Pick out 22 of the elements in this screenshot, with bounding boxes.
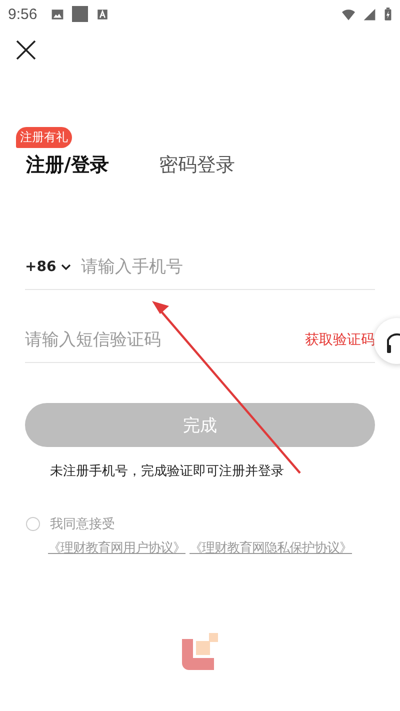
signal-icon (363, 8, 376, 20)
agree-checkbox[interactable] (26, 517, 40, 531)
agree-label: 我同意接受 (50, 516, 115, 533)
logo-icon (180, 631, 220, 671)
code-field[interactable]: 请输入短信验证码 获取验证码 (25, 318, 375, 363)
get-code-link[interactable]: 获取验证码 (305, 331, 375, 349)
agreement-link[interactable]: 《理财教育网用户协议》 (48, 539, 186, 557)
phone-field[interactable]: +86 请输入手机号 (25, 245, 375, 290)
login-tab[interactable]: 密码登录 (158, 152, 235, 178)
login-tab[interactable]: 注册/登录 (26, 152, 109, 178)
wifi-icon (342, 8, 355, 20)
hint-text: 未注册手机号，完成验证即可注册并登录 (50, 463, 284, 480)
promo-badge: 注册有礼 (16, 127, 72, 148)
square-icon (72, 6, 88, 22)
close-icon[interactable] (16, 40, 36, 60)
status-time: 9:56 (8, 6, 38, 22)
battery-icon (384, 7, 392, 21)
agreement-link[interactable]: 《理财教育网隐私保护协议》 (190, 539, 352, 557)
country-code[interactable]: +86 (25, 259, 72, 275)
chevron-down-icon (61, 264, 72, 270)
text-icon (96, 8, 110, 20)
image-icon (51, 8, 64, 20)
